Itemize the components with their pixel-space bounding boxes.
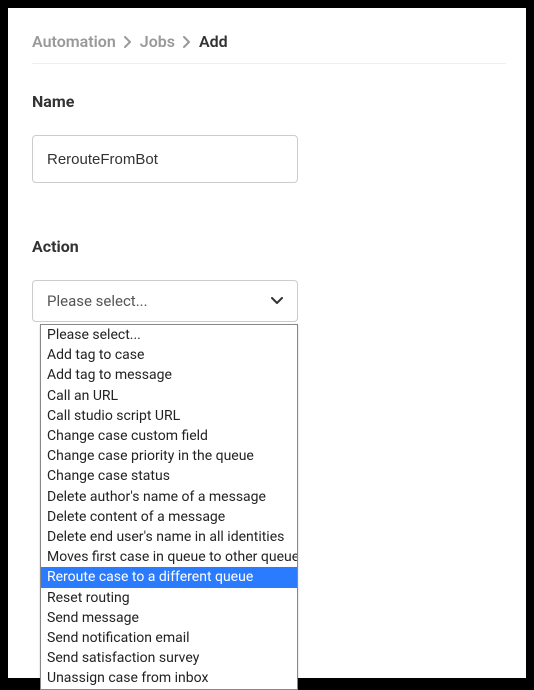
- page-container: Automation Jobs Add Name Action Please s…: [8, 8, 526, 678]
- action-option[interactable]: Change case status: [41, 466, 297, 486]
- breadcrumb-item-add: Add: [199, 32, 228, 51]
- chevron-right-icon: [183, 36, 191, 48]
- divider: [32, 63, 506, 64]
- action-option[interactable]: Call studio script URL: [41, 406, 297, 426]
- name-label: Name: [32, 92, 506, 111]
- chevron-right-icon: [124, 36, 132, 48]
- action-label: Action: [32, 237, 506, 256]
- action-option[interactable]: Send satisfaction survey: [41, 648, 297, 668]
- action-option[interactable]: Call an URL: [41, 386, 297, 406]
- breadcrumb: Automation Jobs Add: [32, 32, 506, 51]
- action-option[interactable]: Add tag to message: [41, 365, 297, 385]
- action-option[interactable]: Please select...: [41, 325, 297, 345]
- action-select[interactable]: Please select...: [32, 280, 298, 322]
- breadcrumb-item-jobs[interactable]: Jobs: [140, 32, 175, 51]
- name-input[interactable]: [32, 135, 298, 183]
- action-option[interactable]: Send notification email: [41, 628, 297, 648]
- action-option[interactable]: Send message: [41, 608, 297, 628]
- breadcrumb-item-automation[interactable]: Automation: [32, 32, 116, 51]
- action-option[interactable]: Change case priority in the queue: [41, 446, 297, 466]
- action-option[interactable]: Change case custom field: [41, 426, 297, 446]
- action-option[interactable]: Reset routing: [41, 588, 297, 608]
- action-select-value: Please select...: [47, 292, 148, 310]
- action-option[interactable]: Delete end user's name in all identities: [41, 527, 297, 547]
- action-select-wrapper: Please select... Please select...Add tag…: [32, 280, 298, 322]
- action-option[interactable]: Moves first case in queue to other queue: [41, 547, 297, 567]
- action-dropdown: Please select...Add tag to caseAdd tag t…: [40, 324, 298, 690]
- action-option[interactable]: Reroute case to a different queue: [41, 567, 297, 587]
- action-option[interactable]: Delete author's name of a message: [41, 487, 297, 507]
- chevron-down-icon: [271, 297, 283, 305]
- action-option[interactable]: Delete content of a message: [41, 507, 297, 527]
- action-option[interactable]: Add tag to case: [41, 345, 297, 365]
